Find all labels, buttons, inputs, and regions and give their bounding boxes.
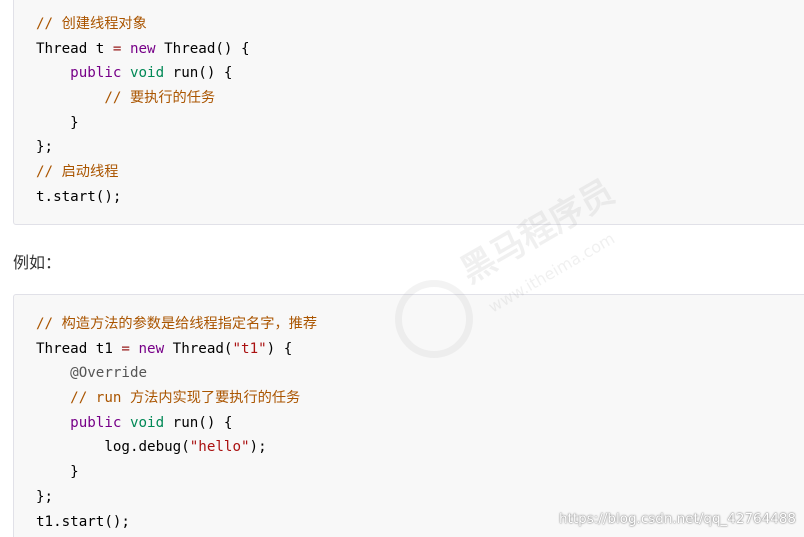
code-line: }; — [36, 135, 250, 160]
code-token-kw: public — [70, 65, 122, 82]
code-token-comment: // 要执行的任务 — [104, 90, 216, 107]
code-token-plain: Thread( — [164, 340, 233, 357]
code-token-str: "t1" — [232, 340, 267, 357]
code-token-plain: Thread t1 — [36, 340, 122, 357]
code-token-plain: Thread() { — [155, 40, 250, 57]
code-token-plain: ) { — [266, 340, 293, 357]
code-line: @Override — [36, 361, 317, 386]
code-line: // 创建线程对象 — [36, 12, 250, 37]
code-token-str: "hello" — [189, 439, 250, 456]
example-label: 例如： — [13, 253, 62, 272]
code-token-plain: log.debug( — [36, 439, 190, 456]
code-token-plain: }; — [36, 488, 54, 505]
code-token-meta: @Override — [70, 365, 148, 382]
source-url-watermark: https://blog.csdn.net/qq_42764488 — [558, 511, 796, 527]
code-content: // 构造方法的参数是给线程指定名字，推荐 Thread t1 = new Thr… — [36, 312, 317, 534]
code-line: Thread t = new Thread() { — [36, 37, 250, 62]
code-token-type: void — [129, 414, 165, 431]
code-token-plain: }; — [36, 139, 54, 156]
code-token-type: void — [129, 65, 165, 82]
code-line: // run 方法内实现了要执行的任务 — [36, 386, 317, 411]
code-token-plain: } — [36, 464, 79, 481]
code-line: } — [36, 460, 317, 485]
code-token-plain: Thread t — [36, 40, 113, 57]
code-token-op: = — [121, 340, 130, 357]
code-block-1: // 创建线程对象 Thread t = new Thread() { publi… — [13, 0, 804, 225]
code-line: // 构造方法的参数是给线程指定名字，推荐 — [36, 312, 317, 337]
code-token-plain: } — [36, 114, 79, 131]
code-line: public void run() { — [36, 61, 250, 86]
code-token-plain: t.start(); — [36, 188, 122, 205]
code-token-kw: new — [138, 340, 165, 357]
code-token-plain: run() { — [164, 414, 233, 431]
code-token-comment: // 启动线程 — [36, 164, 119, 181]
code-token-kw: new — [129, 40, 156, 57]
code-line: } — [36, 111, 250, 136]
code-token-plain: t1.start(); — [36, 513, 130, 530]
code-line: // 要执行的任务 — [36, 86, 250, 111]
code-line: log.debug("hello"); — [36, 435, 317, 460]
code-line: t1.start(); — [36, 510, 317, 535]
code-block-2: // 构造方法的参数是给线程指定名字，推荐 Thread t1 = new Thr… — [13, 294, 804, 537]
code-line: // 启动线程 — [36, 160, 250, 185]
code-token-plain: ); — [249, 439, 267, 456]
code-line: Thread t1 = new Thread("t1") { — [36, 337, 317, 362]
code-line: }; — [36, 485, 317, 510]
code-token-comment: // run 方法内实现了要执行的任务 — [70, 390, 301, 407]
code-content: // 创建线程对象 Thread t = new Thread() { publi… — [36, 12, 250, 210]
code-line: public void run() { — [36, 411, 317, 436]
code-token-comment: // 创建线程对象 — [36, 16, 147, 32]
code-token-kw: public — [70, 414, 122, 431]
code-token-comment: // 构造方法的参数是给线程指定名字，推荐 — [36, 316, 318, 332]
code-token-plain: run() { — [164, 65, 233, 82]
code-line: t.start(); — [36, 185, 250, 210]
